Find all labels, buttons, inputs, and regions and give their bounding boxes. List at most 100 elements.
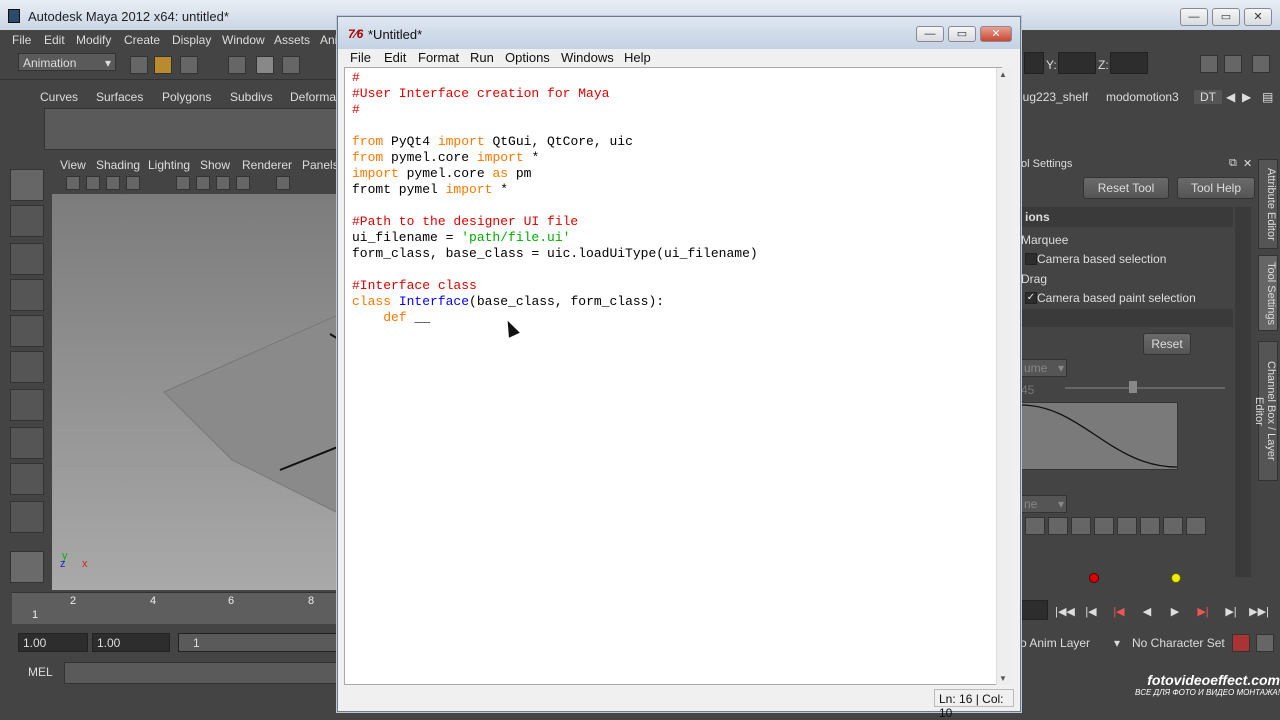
select-component-icon[interactable]	[282, 56, 300, 74]
side-tab-channel-box[interactable]: Channel Box / Layer Editor	[1253, 341, 1278, 481]
curve-preset-icon[interactable]	[1048, 517, 1068, 535]
falloff-radius-slider-handle[interactable]	[1129, 381, 1137, 393]
soft-mod-tool-icon[interactable]	[10, 427, 44, 459]
tool-settings-scrollbar[interactable]	[1235, 207, 1251, 577]
scroll-up-icon[interactable]: ▲	[999, 70, 1007, 79]
curve-preset-icon[interactable]	[1117, 517, 1137, 535]
attribute-editor-toggle-icon[interactable]	[1200, 55, 1218, 73]
save-scene-icon[interactable]	[180, 56, 198, 74]
select-hierarchy-icon[interactable]	[228, 56, 246, 74]
shelf-tab-curves[interactable]: Curves	[40, 90, 78, 104]
editor-menu-windows[interactable]: Windows	[561, 50, 614, 65]
curve-preset-icon[interactable]	[1186, 517, 1206, 535]
playback-start-field[interactable]: 1.00	[92, 633, 170, 652]
camera-based-paint-selection-checkbox[interactable]: ✓	[1025, 292, 1037, 304]
step-forward-icon[interactable]: ▶|	[1220, 602, 1242, 622]
shelf-tab-modomotion3[interactable]: modomotion3	[1106, 90, 1179, 104]
reset-button[interactable]: Reset	[1143, 333, 1191, 355]
z-field[interactable]	[1110, 52, 1148, 74]
mel-input[interactable]	[64, 662, 340, 684]
textured-icon[interactable]	[216, 176, 230, 190]
curve-preset-icon[interactable]	[1163, 517, 1183, 535]
curve-preset-icon[interactable]	[1140, 517, 1160, 535]
tool-settings-toggle-icon[interactable]	[1224, 55, 1242, 73]
editor-vertical-scrollbar[interactable]: ▲ ▼	[996, 68, 1012, 685]
play-backward-icon[interactable]: ◀	[1136, 602, 1158, 622]
curve-preset-icon[interactable]	[1071, 517, 1091, 535]
viewport-perspective[interactable]: y z x	[52, 194, 341, 590]
go-to-end-icon[interactable]: ▶▶|	[1248, 602, 1270, 622]
reset-tool-button[interactable]: Reset Tool	[1083, 177, 1169, 199]
editor-menu-format[interactable]: Format	[418, 50, 459, 65]
show-manipulator-icon[interactable]	[10, 463, 44, 495]
close-icon[interactable]: ✕	[980, 26, 1012, 42]
falloff-curve-editor[interactable]	[1020, 402, 1178, 470]
time-slider[interactable]: 1 2 4 6 8	[12, 592, 340, 624]
channel-box-toggle-icon[interactable]	[1252, 55, 1270, 73]
viewport-menu-panels[interactable]: Panels	[302, 158, 339, 172]
select-object-icon[interactable]	[256, 56, 274, 74]
select-tool-icon[interactable]	[10, 169, 44, 201]
next-key-icon[interactable]: ▶|	[1192, 602, 1214, 622]
menu-file[interactable]: File	[12, 33, 31, 47]
empty-tool-slot[interactable]	[10, 501, 44, 533]
menu-window[interactable]: Window	[222, 33, 265, 47]
side-tab-attribute-editor[interactable]: Attribute Editor	[1258, 159, 1278, 249]
section-header-soft-select[interactable]	[1021, 309, 1233, 327]
float-panel-icon[interactable]: ⧉	[1229, 157, 1237, 170]
paint-select-tool-icon[interactable]	[10, 243, 44, 275]
wireframe-icon[interactable]	[176, 176, 190, 190]
code-text-area[interactable]: # #User Interface creation for Maya # from …	[344, 67, 1002, 685]
editor-menu-edit[interactable]: Edit	[384, 50, 406, 65]
maximize-icon[interactable]: ▭	[948, 26, 976, 42]
viewport-menu-view[interactable]: View	[60, 158, 86, 172]
section-header-options[interactable]: ions	[1021, 207, 1233, 227]
play-forward-icon[interactable]: ▶	[1164, 602, 1186, 622]
viewport-menu-shading[interactable]: Shading	[96, 158, 140, 172]
shelf-tab-surfaces[interactable]: Surfaces	[96, 90, 143, 104]
maximize-icon[interactable]: ▭	[1212, 8, 1240, 26]
x-field[interactable]	[1024, 52, 1044, 74]
close-icon[interactable]: ✕	[1244, 8, 1272, 26]
editor-title-bar[interactable]: 7⁄6 *Untitled* — ▭ ✕	[338, 17, 1020, 49]
shelf-tab-polygons[interactable]: Polygons	[162, 90, 211, 104]
menu-create[interactable]: Create	[124, 33, 160, 47]
y-field[interactable]	[1058, 52, 1096, 74]
current-time-field[interactable]	[1020, 600, 1048, 620]
range-bar-field[interactable]: 1	[178, 633, 340, 652]
editor-menu-help[interactable]: Help	[624, 50, 651, 65]
falloff-mode-dropdown[interactable]: ume ▾	[1021, 359, 1067, 377]
lights-icon[interactable]	[236, 176, 250, 190]
mode-select[interactable]: Animation ▾	[18, 53, 116, 71]
editor-menu-run[interactable]: Run	[470, 50, 494, 65]
close-panel-icon[interactable]: ✕	[1243, 157, 1252, 170]
new-scene-icon[interactable]	[130, 56, 148, 74]
falloff-radius-slider[interactable]	[1065, 387, 1225, 389]
minimize-icon[interactable]: —	[916, 26, 944, 42]
menu-display[interactable]: Display	[172, 33, 211, 47]
prev-key-icon[interactable]: |◀	[1108, 602, 1130, 622]
film-gate-icon[interactable]	[106, 176, 120, 190]
shelf-menu-icon[interactable]: ▤	[1262, 90, 1273, 104]
mel-label[interactable]: MEL	[28, 665, 53, 679]
start-time-field[interactable]: 1.00	[18, 633, 88, 652]
curve-preset-icon[interactable]	[1094, 517, 1114, 535]
viewport-menu-renderer[interactable]: Renderer	[242, 158, 292, 172]
menu-animate[interactable]: Ani	[320, 33, 337, 47]
interpolation-dropdown[interactable]: ne ▾	[1021, 495, 1067, 513]
menu-modify[interactable]: Modify	[76, 33, 111, 47]
editor-menu-options[interactable]: Options	[505, 50, 550, 65]
layout-icon[interactable]	[10, 551, 44, 583]
character-set-dropdown[interactable]: No Character Set	[1132, 636, 1225, 650]
menu-assets[interactable]: Assets	[274, 33, 310, 47]
viewport-menu-lighting[interactable]: Lighting	[148, 158, 190, 172]
lasso-tool-icon[interactable]	[10, 205, 44, 237]
shelf-tab-dt[interactable]: DT	[1194, 90, 1222, 104]
grid-icon[interactable]	[126, 176, 140, 190]
bookmark-icon[interactable]	[86, 176, 100, 190]
anim-layer-dropdown[interactable]: o Anim Layer	[1020, 636, 1090, 650]
viewport-menu-show[interactable]: Show	[200, 158, 230, 172]
shelf-scroll-left-icon[interactable]: ◀	[1226, 90, 1235, 104]
go-to-start-icon[interactable]: |◀◀	[1054, 602, 1076, 622]
camera-icon[interactable]	[66, 176, 80, 190]
